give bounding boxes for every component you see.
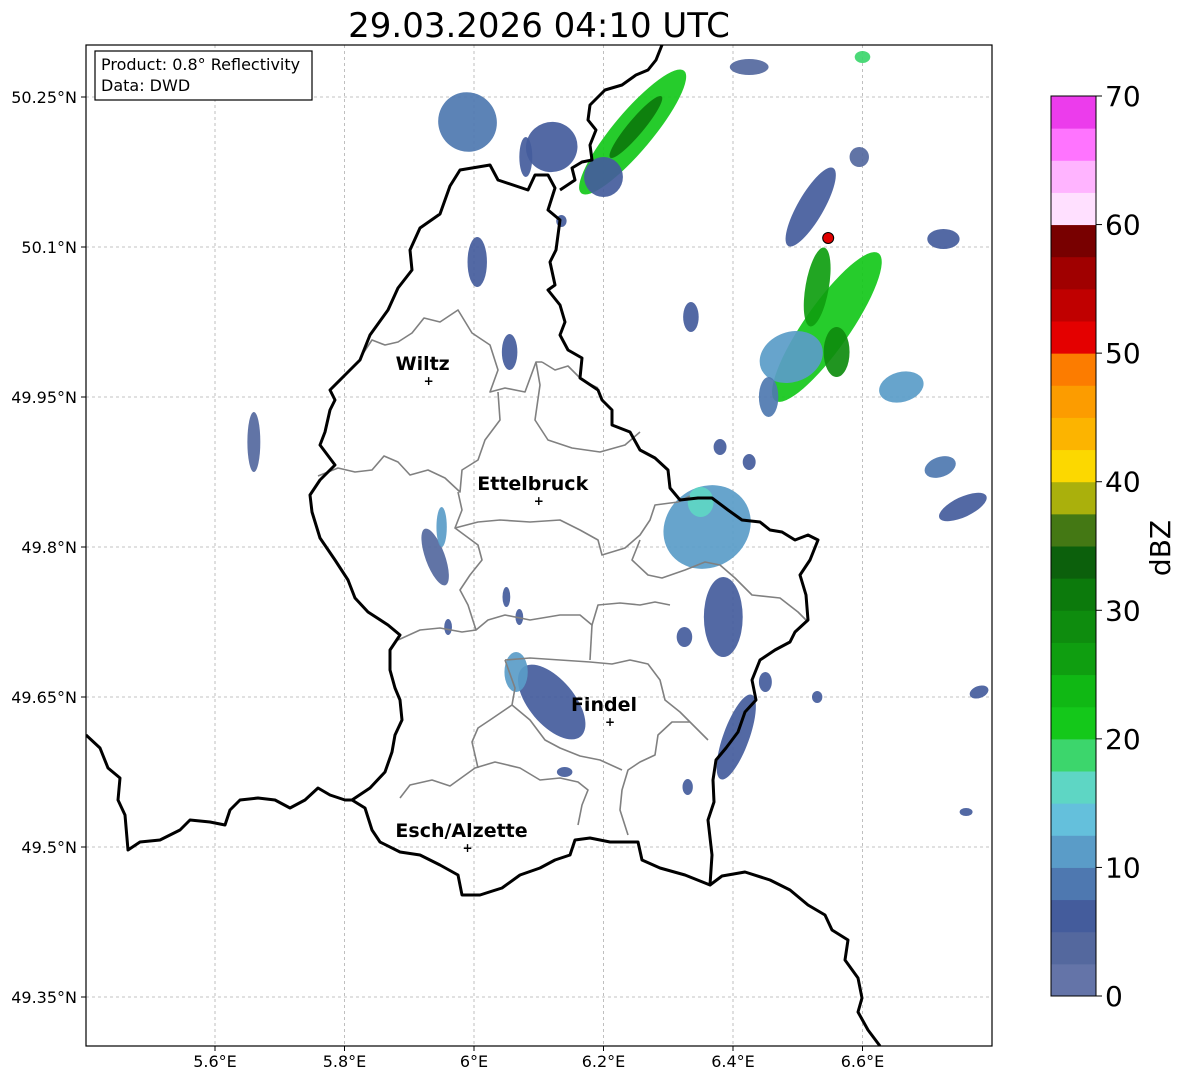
x-tick-label: 6°E	[460, 1052, 488, 1071]
radar-echo	[729, 59, 769, 75]
radar-echo	[501, 334, 518, 370]
colorbar-segment	[1051, 96, 1096, 129]
radar-echo	[959, 808, 973, 816]
radar-echo	[683, 302, 699, 332]
radar-echo	[849, 147, 869, 167]
x-tick-label: 5.6°E	[193, 1052, 237, 1071]
map-title: 29.03.2026 04:10 UTC	[348, 6, 730, 46]
colorbar-segment	[1051, 771, 1096, 804]
colorbar-segment	[1051, 578, 1096, 611]
radar-site-marker	[822, 232, 835, 244]
y-axis-ticks: 50.25°N 50.1°N 49.95°N 49.8°N 49.65°N 49.5°N 4…	[11, 88, 86, 1007]
radar-echo	[519, 137, 533, 177]
colorbar-tick-label: 60	[1105, 209, 1141, 242]
colorbar-segment	[1051, 224, 1096, 258]
city-label: Esch/Alzette	[395, 820, 527, 842]
colorbar-segment	[1051, 546, 1096, 579]
colorbar-segment	[1051, 128, 1096, 161]
colorbar-segment	[1051, 513, 1096, 547]
colorbar-segment	[1051, 963, 1096, 997]
city-label: Ettelbruck	[477, 473, 588, 495]
radar-echo	[758, 377, 779, 417]
y-tick-label: 49.95°N	[11, 388, 77, 407]
colorbar-tick-label: 20	[1105, 723, 1141, 756]
colorbar-segment	[1051, 738, 1096, 772]
colorbar-segment	[1051, 449, 1096, 483]
colorbar-segment	[1051, 803, 1096, 836]
colorbar-segment	[1051, 353, 1096, 386]
y-tick-label: 50.25°N	[11, 88, 77, 107]
info-data-source: Data: DWD	[101, 76, 190, 95]
city-marker: +	[605, 715, 615, 729]
colorbar-segment	[1051, 192, 1096, 226]
colorbar-segment	[1051, 899, 1096, 933]
colorbar-segment	[1051, 931, 1096, 965]
city-marker: +	[534, 494, 544, 508]
radar-echo	[676, 627, 693, 647]
colorbar-tick-label: 50	[1105, 337, 1141, 370]
city-marker: +	[462, 841, 472, 855]
x-tick-label: 6.2°E	[582, 1052, 626, 1071]
colorbar-segment	[1051, 160, 1096, 193]
radar-echo	[444, 619, 452, 635]
y-tick-label: 49.8°N	[21, 538, 77, 557]
radar-echo	[687, 487, 714, 517]
x-tick-label: 5.8°E	[323, 1052, 367, 1071]
colorbar-tick-label: 70	[1105, 80, 1141, 113]
colorbar-tick-label: 40	[1105, 466, 1141, 499]
colorbar	[1051, 96, 1096, 997]
radar-echo	[247, 412, 261, 472]
colorbar-segment	[1051, 481, 1096, 515]
colorbar-segment	[1051, 674, 1096, 708]
radar-echo	[703, 577, 743, 657]
radar-echo	[854, 51, 871, 63]
colorbar-segment	[1051, 610, 1096, 643]
y-tick-label: 49.5°N	[21, 838, 77, 857]
y-tick-label: 49.35°N	[11, 988, 77, 1007]
colorbar-label: dBZ	[1144, 520, 1177, 576]
y-tick-label: 50.1°N	[21, 238, 77, 257]
radar-echo	[556, 767, 573, 777]
colorbar-ticks: 0 10 20 30 40 50 60 70	[1096, 80, 1141, 1013]
x-axis-ticks: 5.6°E 5.8°E 6°E 6.2°E 6.4°E 6.6°E	[193, 1046, 884, 1071]
colorbar-segment	[1051, 288, 1096, 322]
radar-echo	[758, 672, 772, 692]
colorbar-segment	[1051, 835, 1096, 868]
radar-echo	[682, 779, 693, 795]
colorbar-segment	[1051, 417, 1096, 451]
radar-echo	[584, 157, 623, 197]
colorbar-segment	[1051, 706, 1096, 740]
city-label: Findel	[571, 694, 637, 716]
colorbar-segment	[1051, 642, 1096, 676]
radar-echo	[823, 327, 850, 377]
colorbar-segment	[1051, 256, 1096, 290]
colorbar-segment	[1051, 867, 1096, 901]
colorbar-segment	[1051, 385, 1096, 418]
radar-echo	[811, 691, 823, 703]
x-tick-label: 6.4°E	[711, 1052, 755, 1071]
colorbar-segment	[1051, 321, 1096, 354]
radar-echo	[713, 439, 727, 455]
radar-echo	[927, 229, 960, 249]
radar-map-figure: 29.03.2026 04:10 UTC +Wiltz+Ettelbruck+F…	[11, 6, 1177, 1071]
plot-area	[86, 45, 992, 1046]
info-box: Product: 0.8° Reflectivity Data: DWD	[94, 50, 313, 101]
city-marker: +	[424, 374, 434, 388]
x-tick-label: 6.6°E	[841, 1052, 885, 1071]
colorbar-tick-label: 10	[1105, 851, 1141, 884]
radar-echo	[436, 507, 447, 547]
radar-echo	[502, 587, 511, 607]
info-product: Product: 0.8° Reflectivity	[101, 55, 300, 74]
y-tick-label: 49.65°N	[11, 688, 77, 707]
radar-echo	[467, 237, 487, 287]
city-label: Wiltz	[396, 353, 450, 375]
colorbar-tick-label: 0	[1105, 980, 1123, 1013]
radar-echo	[742, 454, 756, 470]
colorbar-tick-label: 30	[1105, 594, 1141, 627]
